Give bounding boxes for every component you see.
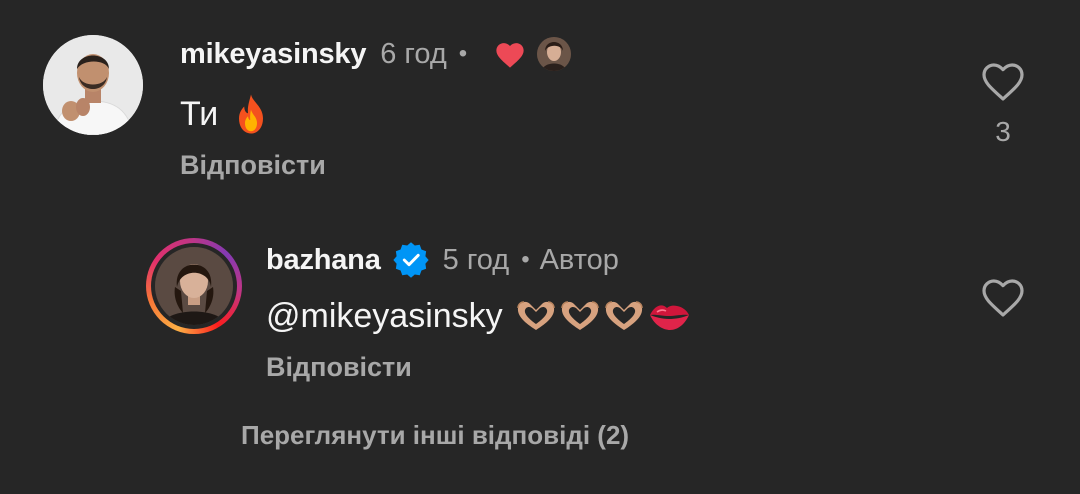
- fire-emoji: [239, 94, 264, 134]
- reply-avatar-story-ring[interactable]: [146, 238, 242, 334]
- reply-avatar-ring-gap: [151, 243, 237, 329]
- red-heart-icon: [496, 43, 524, 68]
- comment-body: Ти: [180, 90, 270, 138]
- view-more-replies-button[interactable]: Переглянути інші відповіді (2): [241, 420, 629, 451]
- separator-dot: •: [458, 40, 468, 67]
- reply-mention-text[interactable]: @mikeyasinsky: [266, 297, 503, 336]
- commenter-username[interactable]: mikeyasinsky: [180, 38, 366, 71]
- verified-badge-icon: [393, 242, 429, 278]
- comment-reply-button[interactable]: Відповісти: [180, 150, 326, 181]
- reply-avatar: [155, 247, 233, 325]
- reply-header: bazhana 5 год • Автор: [266, 238, 619, 282]
- author-liked-avatar: [537, 37, 572, 71]
- reply-emojis: [515, 299, 691, 333]
- heart-hands-emoji: [516, 301, 555, 330]
- commenter-avatar-image: [43, 35, 143, 135]
- reply-username[interactable]: bazhana: [266, 244, 381, 277]
- separator-dot: •: [521, 246, 530, 273]
- reply-avatar-image: [155, 247, 233, 325]
- comments-thread: mikeyasinsky 6 год • Ти Відповісти 3 baz…: [0, 0, 1080, 494]
- kiss-mark-emoji: [649, 305, 689, 330]
- comment-timestamp: 6 год: [380, 37, 447, 70]
- commenter-avatar[interactable]: [43, 35, 143, 135]
- reply-like-heart-icon[interactable]: [979, 274, 1027, 318]
- author-label: Автор: [539, 243, 619, 276]
- comment-like-heart-icon[interactable]: [979, 58, 1027, 102]
- heart-hands-emoji: [560, 301, 599, 330]
- reply-timestamp: 5 год: [442, 243, 510, 276]
- comment-text: Ти: [180, 94, 219, 133]
- reply-reply-button[interactable]: Відповісти: [266, 352, 412, 383]
- comment-like-count: 3: [995, 116, 1011, 147]
- heart-hands-emoji: [604, 301, 643, 330]
- comment-header: mikeyasinsky 6 год •: [180, 32, 572, 76]
- reply-body: @mikeyasinsky: [266, 292, 691, 340]
